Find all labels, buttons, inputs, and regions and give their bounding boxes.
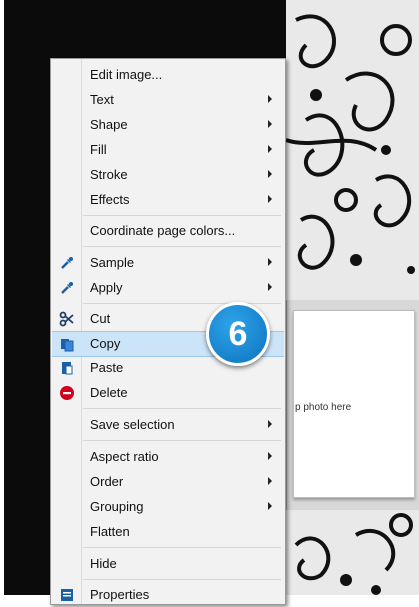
menu-separator [83, 246, 281, 247]
menu-separator [83, 215, 281, 216]
menu-separator [83, 440, 281, 441]
delete-icon [59, 385, 75, 401]
submenu-arrow-icon [268, 145, 272, 153]
decorative-swirl-artwork-top [286, 0, 419, 305]
menu-item-order[interactable]: Order [52, 470, 284, 494]
menu-item-grouping[interactable]: Grouping [52, 495, 284, 519]
menu-item-shape[interactable]: Shape [52, 113, 284, 137]
properties-icon [59, 587, 75, 603]
menu-item-label: Text [90, 92, 114, 107]
menu-separator [83, 303, 281, 304]
menu-item-label: Delete [90, 385, 128, 400]
menu-item-properties[interactable]: Properties [52, 583, 284, 607]
menu-item-label: Grouping [90, 499, 144, 514]
menu-item-stroke[interactable]: Stroke [52, 163, 284, 187]
menu-item-label: Save selection [90, 417, 175, 432]
submenu-arrow-icon [268, 420, 272, 428]
submenu-arrow-icon [268, 283, 272, 291]
menu-item-hide[interactable]: Hide [52, 552, 284, 576]
menu-item-label: Copy [90, 336, 121, 351]
submenu-arrow-icon [268, 120, 272, 128]
menu-item-label: Cut [90, 311, 111, 326]
eyedropper-icon [59, 255, 75, 271]
menu-separator [83, 408, 281, 409]
menu-item-aspect-ratio[interactable]: Aspect ratio [52, 445, 284, 469]
photo-frame[interactable]: p photo here [286, 300, 419, 510]
submenu-arrow-icon [268, 95, 272, 103]
submenu-arrow-icon [268, 502, 272, 510]
menu-item-save-selection[interactable]: Save selection [52, 413, 284, 437]
menu-item-sample[interactable]: Sample [52, 251, 284, 275]
menu-item-label: Edit image... [90, 67, 163, 82]
decorative-swirl-artwork-bottom [286, 505, 419, 595]
paste-icon [59, 360, 75, 376]
menu-item-label: Shape [90, 117, 128, 132]
menu-item-label: Flatten [90, 524, 130, 539]
menu-separator [83, 579, 281, 580]
menu-item-label: Effects [90, 192, 130, 207]
menu-item-label: Aspect ratio [90, 449, 159, 464]
menu-separator [83, 547, 281, 548]
menu-item-label: Sample [90, 255, 135, 270]
menu-item-apply[interactable]: Apply [52, 276, 284, 300]
menu-item-label: Fill [90, 142, 107, 157]
menu-item-coordinate-page-colors[interactable]: Coordinate page colors... [52, 219, 284, 243]
photo-placeholder[interactable]: p photo here [293, 310, 415, 498]
submenu-arrow-icon [268, 195, 272, 203]
menu-item-label: Coordinate page colors... [90, 223, 236, 238]
copy-icon [59, 336, 75, 352]
menu-item-label: Order [90, 474, 124, 489]
submenu-arrow-icon [268, 170, 272, 178]
menu-item-flatten[interactable]: Flatten [52, 520, 284, 544]
menu-item-delete[interactable]: Delete [52, 381, 284, 405]
menu-item-text[interactable]: Text [52, 88, 284, 112]
submenu-arrow-icon [268, 452, 272, 460]
menu-item-label: Apply [90, 280, 123, 295]
menu-item-label: Stroke [90, 167, 128, 182]
menu-item-edit-image[interactable]: Edit image... [52, 63, 284, 87]
submenu-arrow-icon [268, 477, 272, 485]
scissors-icon [59, 311, 75, 327]
menu-item-label: Paste [90, 360, 124, 375]
eyedropper-apply-icon [59, 280, 75, 296]
menu-item-fill[interactable]: Fill [52, 138, 284, 162]
menu-item-label: Hide [90, 556, 117, 571]
photo-placeholder-text: p photo here [295, 402, 352, 413]
submenu-arrow-icon [268, 258, 272, 266]
menu-item-effects[interactable]: Effects [52, 188, 284, 212]
step-number-badge: 6 [206, 302, 270, 366]
